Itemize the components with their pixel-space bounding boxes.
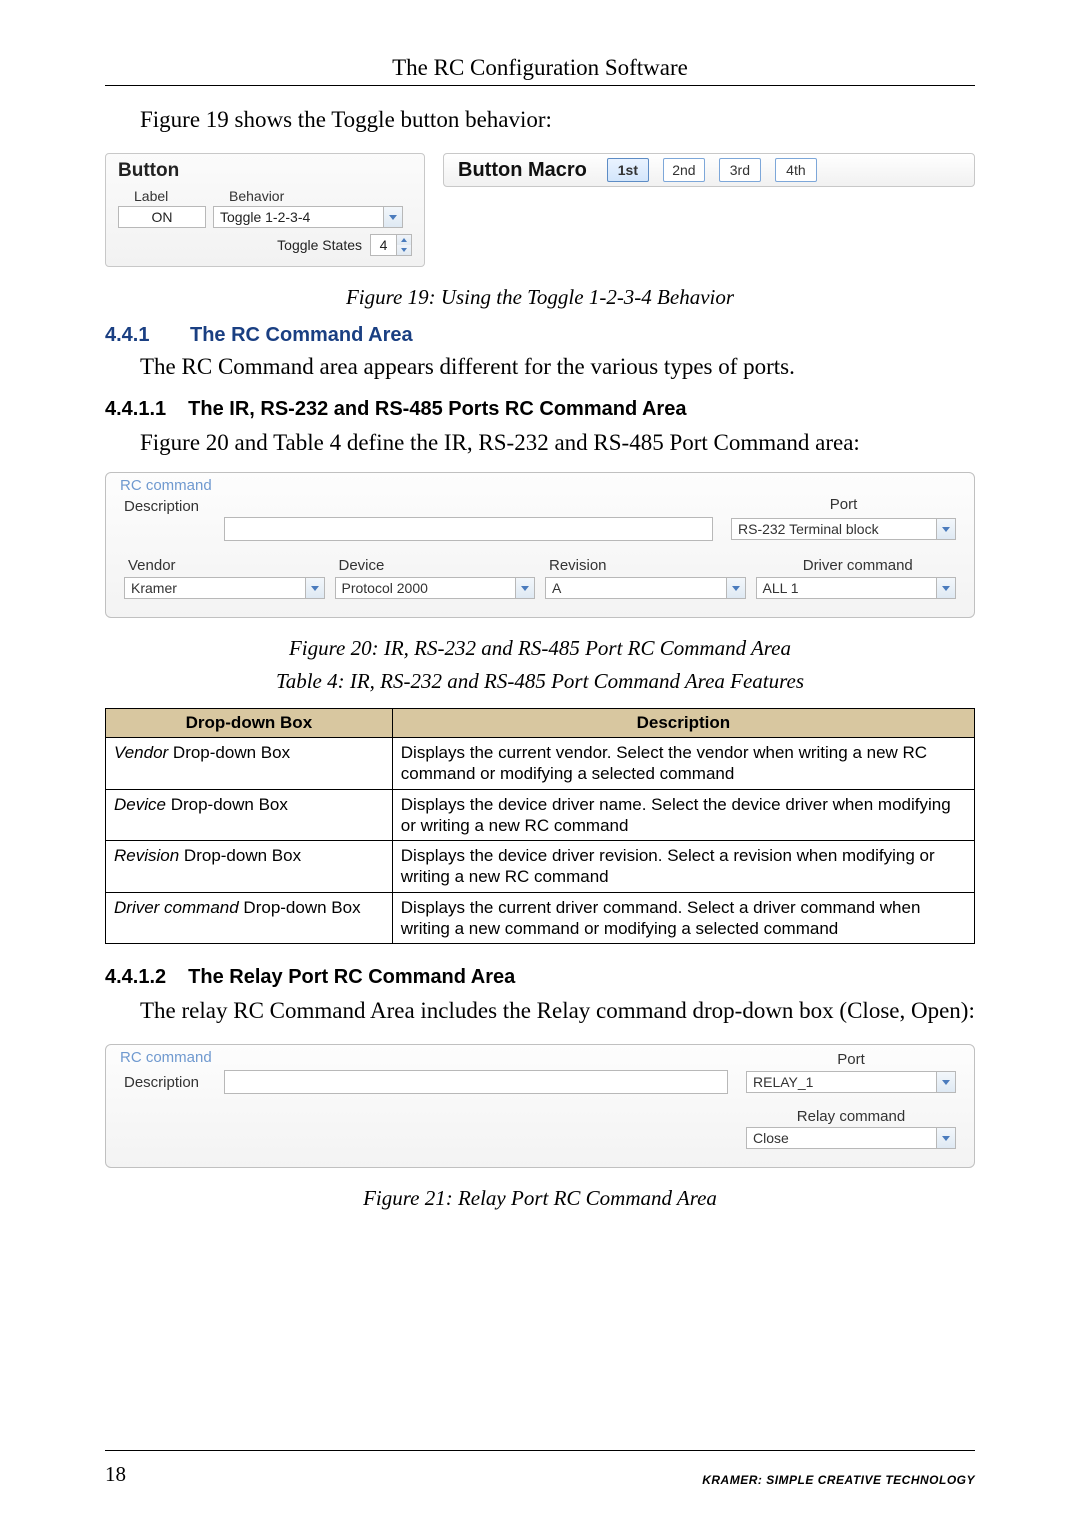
vendor-select[interactable]: Kramer xyxy=(124,577,325,599)
table-header-col2: Description xyxy=(392,709,974,738)
toggle-states-spinner[interactable]: 4 xyxy=(370,234,412,256)
table-cell-desc: Displays the current vendor. Select the … xyxy=(392,738,974,790)
driver-command-value: ALL 1 xyxy=(763,580,799,596)
description-input[interactable] xyxy=(224,517,713,541)
label-value: ON xyxy=(152,209,173,225)
chevron-down-icon xyxy=(936,578,955,598)
intro-text: Figure 19 shows the Toggle button behavi… xyxy=(140,104,975,135)
rc-command-ir-panel: RC command Description Port RS-232 Termi… xyxy=(105,472,975,618)
macro-btn-1st-label: 1st xyxy=(618,162,638,178)
macro-title: Button Macro xyxy=(458,159,587,182)
section-number: 4.4.1.2 xyxy=(105,966,166,989)
driver-command-select[interactable]: ALL 1 xyxy=(756,577,957,599)
description-label: Description xyxy=(124,1074,224,1091)
description-label: Description xyxy=(124,498,224,515)
macro-btn-4th[interactable]: 4th xyxy=(775,158,817,182)
rc-command-relay-panel: RC command Port Description RELAY_1 Rela… xyxy=(105,1044,975,1168)
driver-command-label: Driver command xyxy=(756,557,957,574)
label-header: Label xyxy=(118,188,229,204)
table-row: Driver command Drop-down BoxDisplays the… xyxy=(106,892,975,944)
macro-btn-2nd[interactable]: 2nd xyxy=(663,158,705,182)
section-title: The IR, RS-232 and RS-485 Ports RC Comma… xyxy=(188,398,686,421)
port-label: Port xyxy=(731,496,956,513)
relay-command-label: Relay command xyxy=(746,1108,956,1125)
section-title: The Relay Port RC Command Area xyxy=(188,966,515,989)
revision-select[interactable]: A xyxy=(545,577,746,599)
toggle-states-value: 4 xyxy=(371,237,396,253)
rc-legend: RC command xyxy=(120,477,956,494)
figure-19-row: Button Label Behavior ON Toggle 1-2-3-4 … xyxy=(105,153,975,267)
relay-port-select[interactable]: RELAY_1 xyxy=(746,1071,956,1093)
section-4-4-1-heading: 4.4.1 The RC Command Area xyxy=(105,324,975,347)
vendor-value: Kramer xyxy=(131,580,177,596)
chevron-down-icon xyxy=(936,1072,955,1092)
header-rule xyxy=(105,85,975,86)
revision-label: Revision xyxy=(545,557,746,574)
table-4-caption: Table 4: IR, RS-232 and RS-485 Port Comm… xyxy=(105,669,975,694)
device-value: Protocol 2000 xyxy=(342,580,428,596)
table-cell-desc: Displays the device driver revision. Sel… xyxy=(392,841,974,893)
chevron-down-icon xyxy=(515,578,534,598)
rc-legend: RC command xyxy=(120,1049,746,1066)
section-number: 4.4.1 xyxy=(105,324,160,347)
footer-rule xyxy=(105,1450,975,1451)
table-cell-desc: Displays the device driver name. Select … xyxy=(392,789,974,841)
revision-value: A xyxy=(552,580,561,596)
chevron-down-icon xyxy=(936,519,955,539)
section-4-4-1-2-text: The relay RC Command Area includes the R… xyxy=(140,995,975,1026)
spinner-down-icon[interactable] xyxy=(397,245,411,255)
page-number: 18 xyxy=(105,1462,126,1487)
behavior-select[interactable]: Toggle 1-2-3-4 xyxy=(213,206,403,228)
table-cell-desc: Displays the current driver command. Sel… xyxy=(392,892,974,944)
port-select[interactable]: RS-232 Terminal block xyxy=(731,518,956,540)
section-number: 4.4.1.1 xyxy=(105,398,166,421)
vendor-label: Vendor xyxy=(124,557,325,574)
macro-btn-3rd-label: 3rd xyxy=(730,162,750,178)
port-label: Port xyxy=(746,1051,956,1068)
table-cell-name: Vendor Drop-down Box xyxy=(106,738,393,790)
table-row: Revision Drop-down BoxDisplays the devic… xyxy=(106,841,975,893)
section-4-4-1-1-heading: 4.4.1.1 The IR, RS-232 and RS-485 Ports … xyxy=(105,398,975,421)
chevron-down-icon xyxy=(383,207,402,227)
table-row: Vendor Drop-down BoxDisplays the current… xyxy=(106,738,975,790)
table-header-col1: Drop-down Box xyxy=(106,709,393,738)
macro-btn-4th-label: 4th xyxy=(786,162,805,178)
section-4-4-1-2-heading: 4.4.1.2 The Relay Port RC Command Area xyxy=(105,966,975,989)
port-value: RS-232 Terminal block xyxy=(738,521,879,537)
button-panel: Button Label Behavior ON Toggle 1-2-3-4 … xyxy=(105,153,425,267)
button-macro-panel: Button Macro 1st 2nd 3rd 4th xyxy=(443,153,975,187)
button-panel-title: Button xyxy=(118,160,412,182)
toggle-states-label: Toggle States xyxy=(277,237,362,253)
relay-command-select[interactable]: Close xyxy=(746,1127,956,1149)
device-select[interactable]: Protocol 2000 xyxy=(335,577,536,599)
page-header: The RC Configuration Software xyxy=(105,55,975,81)
table-cell-name: Device Drop-down Box xyxy=(106,789,393,841)
behavior-header: Behavior xyxy=(229,188,284,204)
figure-21-caption: Figure 21: Relay Port RC Command Area xyxy=(105,1186,975,1211)
relay-port-value: RELAY_1 xyxy=(753,1074,813,1090)
description-input[interactable] xyxy=(224,1070,728,1094)
brand-line: KRAMER: SIMPLE CREATIVE TECHNOLOGY xyxy=(702,1473,975,1487)
behavior-value: Toggle 1-2-3-4 xyxy=(220,209,310,225)
section-4-4-1-text: The RC Command area appears different fo… xyxy=(140,351,975,382)
device-label: Device xyxy=(335,557,536,574)
figure-20-caption: Figure 20: IR, RS-232 and RS-485 Port RC… xyxy=(105,636,975,661)
spinner-up-icon[interactable] xyxy=(397,235,411,245)
macro-btn-2nd-label: 2nd xyxy=(672,162,695,178)
relay-command-value: Close xyxy=(753,1130,789,1146)
figure-19-caption: Figure 19: Using the Toggle 1-2-3-4 Beha… xyxy=(105,285,975,310)
table-cell-name: Driver command Drop-down Box xyxy=(106,892,393,944)
macro-btn-3rd[interactable]: 3rd xyxy=(719,158,761,182)
table-cell-name: Revision Drop-down Box xyxy=(106,841,393,893)
table-row: Device Drop-down BoxDisplays the device … xyxy=(106,789,975,841)
label-input[interactable]: ON xyxy=(118,206,206,228)
macro-btn-1st[interactable]: 1st xyxy=(607,158,649,182)
chevron-down-icon xyxy=(726,578,745,598)
section-4-4-1-1-text: Figure 20 and Table 4 define the IR, RS-… xyxy=(140,427,975,458)
chevron-down-icon xyxy=(936,1128,955,1148)
chevron-down-icon xyxy=(305,578,324,598)
table-4: Drop-down Box Description Vendor Drop-do… xyxy=(105,708,975,944)
section-title: The RC Command Area xyxy=(190,324,413,347)
